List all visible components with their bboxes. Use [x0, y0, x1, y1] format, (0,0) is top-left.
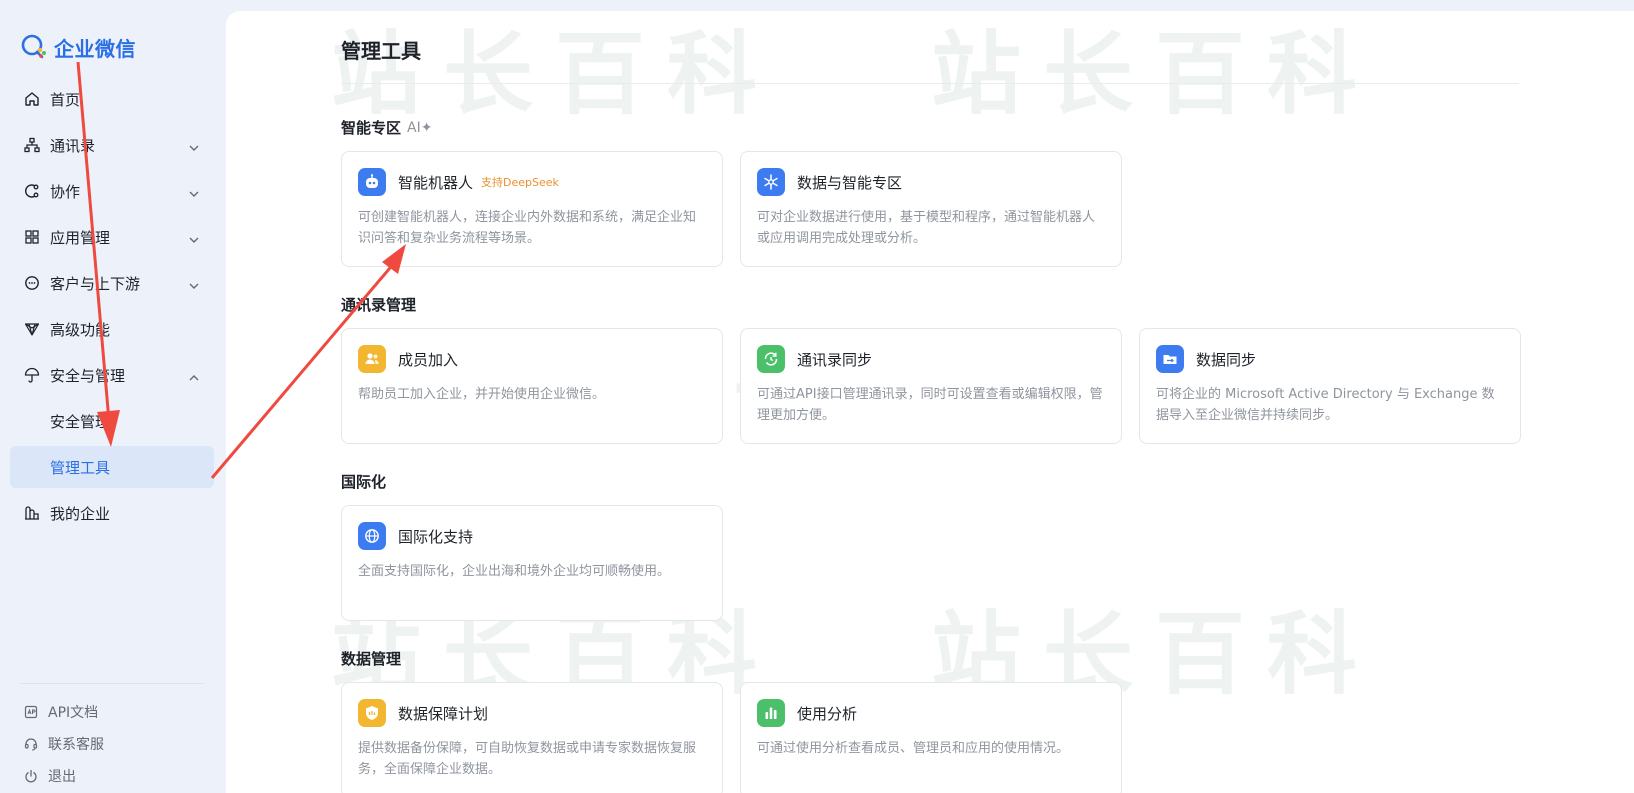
- watermark: 站长百科: [331, 22, 779, 127]
- sidebar-subitem-security[interactable]: 安全管理: [10, 400, 214, 442]
- card-description: 可对企业数据进行使用，基于模型和程序，通过智能机器人或应用调用完成处理或分析。: [757, 210, 1096, 246]
- card-smart-robot[interactable]: 智能机器人 支持DeepSeek 可创建智能机器人，连接企业内外数据和系统，满足…: [341, 151, 723, 267]
- card-description: 可通过API接口管理通讯录，同时可设置查看或编辑权限，管理更加方便。: [757, 387, 1103, 423]
- section-title-data: 数据管理: [341, 648, 401, 669]
- logout-link[interactable]: 退出: [10, 760, 214, 792]
- globe-icon: [358, 522, 386, 550]
- section-title-contacts: 通讯录管理: [341, 294, 416, 315]
- card-contacts-sync[interactable]: 通讯录同步 可通过API接口管理通讯录，同时可设置查看或编辑权限，管理更加方便。: [740, 328, 1122, 444]
- card-title: 国际化支持: [398, 527, 474, 546]
- sidebar-item-label: 协作: [50, 182, 81, 201]
- card-description: 全面支持国际化，企业出海和境外企业均可顺畅使用。: [358, 564, 671, 579]
- sidebar-item-label: 通讯录: [50, 136, 96, 155]
- card-title: 通讯录同步: [797, 350, 873, 369]
- chevron-down-icon: [188, 231, 200, 243]
- sidebar-subitem-management-tools[interactable]: 管理工具: [10, 446, 214, 488]
- brand-name: 企业微信: [54, 36, 136, 61]
- card-description: 可将企业的 Microsoft Active Directory 与 Excha…: [1156, 387, 1495, 423]
- card-title: 智能机器人: [398, 173, 474, 192]
- sidebar-item-customers[interactable]: 客户与上下游: [10, 262, 214, 304]
- folder-sync-icon: [1156, 345, 1184, 373]
- robot-icon: [358, 168, 386, 196]
- customer-chat-icon: [24, 275, 40, 291]
- card-member-join[interactable]: 成员加入 帮助员工加入企业，并开始使用企业微信。: [341, 328, 723, 444]
- sync-icon: [757, 345, 785, 373]
- footer-item-label: 联系客服: [48, 737, 104, 753]
- building-icon: [24, 505, 40, 521]
- chevron-down-icon: [188, 185, 200, 197]
- sidebar-item-label: 安全管理: [50, 412, 111, 431]
- brand-logo[interactable]: 企业微信: [20, 32, 136, 62]
- card-description: 可通过使用分析查看成员、管理员和应用的使用情况。: [757, 741, 1070, 756]
- sidebar: 企业微信 首页 通讯录 协作 应用管理 客户与上下游 高级功能 安全与管理 安全…: [0, 0, 226, 793]
- sidebar-item-security-management[interactable]: 安全与管理: [10, 354, 214, 396]
- card-description: 可创建智能机器人，连接企业内外数据和系统，满足企业知识问答和复杂业务流程等场景。: [358, 210, 697, 246]
- sidebar-item-collaboration[interactable]: 协作: [10, 170, 214, 212]
- card-title: 使用分析: [797, 704, 858, 723]
- sidebar-item-app-management[interactable]: 应用管理: [10, 216, 214, 258]
- api-docs-link[interactable]: API文档: [10, 696, 214, 728]
- section-title-ai: 智能专区 AI✦: [341, 117, 432, 138]
- section-title-text: 通讯录管理: [341, 296, 417, 314]
- card-title: 数据保障计划: [398, 704, 489, 723]
- card-data-sync[interactable]: 数据同步 可将企业的 Microsoft Active Directory 与 …: [1139, 328, 1521, 444]
- card-usage-analysis[interactable]: 使用分析 可通过使用分析查看成员、管理员和应用的使用情况。: [740, 682, 1122, 793]
- card-i18n-support[interactable]: 国际化支持 全面支持国际化，企业出海和境外企业均可顺畅使用。: [341, 505, 723, 621]
- card-title: 数据与智能专区: [797, 173, 903, 192]
- chevron-down-icon: [188, 277, 200, 289]
- main-panel: 站长百科 站长百科 站长百科 站长百科 站长百科 管理工具 智能专区 AI✦ 智…: [226, 11, 1634, 793]
- card-description: 帮助员工加入企业，并开始使用企业微信。: [358, 387, 606, 402]
- title-divider: [341, 83, 1519, 84]
- sidebar-item-label: 安全与管理: [50, 366, 126, 385]
- section-title-text: 智能专区: [341, 119, 402, 137]
- section-title-text: 数据管理: [341, 650, 402, 668]
- footer-item-label: API文档: [48, 705, 99, 721]
- chevron-up-icon: [188, 369, 200, 381]
- org-chart-icon: [24, 137, 40, 153]
- bar-chart-icon: [757, 699, 785, 727]
- page-title: 管理工具: [341, 39, 421, 63]
- deepseek-badge: 支持DeepSeek: [481, 176, 559, 189]
- sidebar-item-label: 客户与上下游: [50, 274, 141, 293]
- sidebar-item-label: 首页: [50, 90, 81, 109]
- headset-icon: [24, 737, 38, 751]
- members-icon: [358, 345, 386, 373]
- card-title: 数据同步: [1196, 350, 1257, 369]
- card-title: 成员加入: [398, 350, 459, 369]
- shield-data-icon: [358, 699, 386, 727]
- wecom-logo-icon: [20, 33, 48, 61]
- sidebar-nav: 首页 通讯录 协作 应用管理 客户与上下游 高级功能 安全与管理 安全管理 管理…: [10, 78, 214, 538]
- sidebar-footer: API文档 联系客服 退出: [10, 696, 214, 792]
- card-data-protection[interactable]: 数据保障计划 提供数据备份保障，可自助恢复数据或申请专家数据恢复服务，全面保障企…: [341, 682, 723, 793]
- sidebar-item-home[interactable]: 首页: [10, 78, 214, 120]
- card-data-intelligence[interactable]: 数据与智能专区 可对企业数据进行使用，基于模型和程序，通过智能机器人或应用调用完…: [740, 151, 1122, 267]
- chevron-down-icon: [188, 139, 200, 151]
- power-icon: [24, 769, 38, 783]
- ai-tag: AI✦: [407, 119, 433, 136]
- snowflake-icon: [757, 168, 785, 196]
- sidebar-item-label: 应用管理: [50, 228, 111, 247]
- section-title-i18n: 国际化: [341, 471, 386, 492]
- sidebar-item-label: 我的企业: [50, 504, 111, 523]
- contact-support-link[interactable]: 联系客服: [10, 728, 214, 760]
- card-description: 提供数据备份保障，可自助恢复数据或申请专家数据恢复服务，全面保障企业数据。: [358, 741, 697, 777]
- sidebar-item-label: 高级功能: [50, 320, 111, 339]
- sidebar-item-my-enterprise[interactable]: 我的企业: [10, 492, 214, 534]
- section-title-text: 国际化: [341, 473, 387, 491]
- umbrella-icon: [24, 367, 40, 383]
- watermark: 站长百科: [931, 22, 1379, 127]
- apps-grid-icon: [24, 229, 40, 245]
- sidebar-item-label: 管理工具: [50, 458, 111, 477]
- sidebar-item-contacts[interactable]: 通讯录: [10, 124, 214, 166]
- sidebar-item-advanced[interactable]: 高级功能: [10, 308, 214, 350]
- collaboration-icon: [24, 183, 40, 199]
- api-doc-icon: [24, 705, 38, 719]
- diamond-icon: [24, 321, 40, 337]
- footer-item-label: 退出: [48, 769, 76, 785]
- home-icon: [24, 91, 40, 107]
- sidebar-divider: [20, 683, 204, 684]
